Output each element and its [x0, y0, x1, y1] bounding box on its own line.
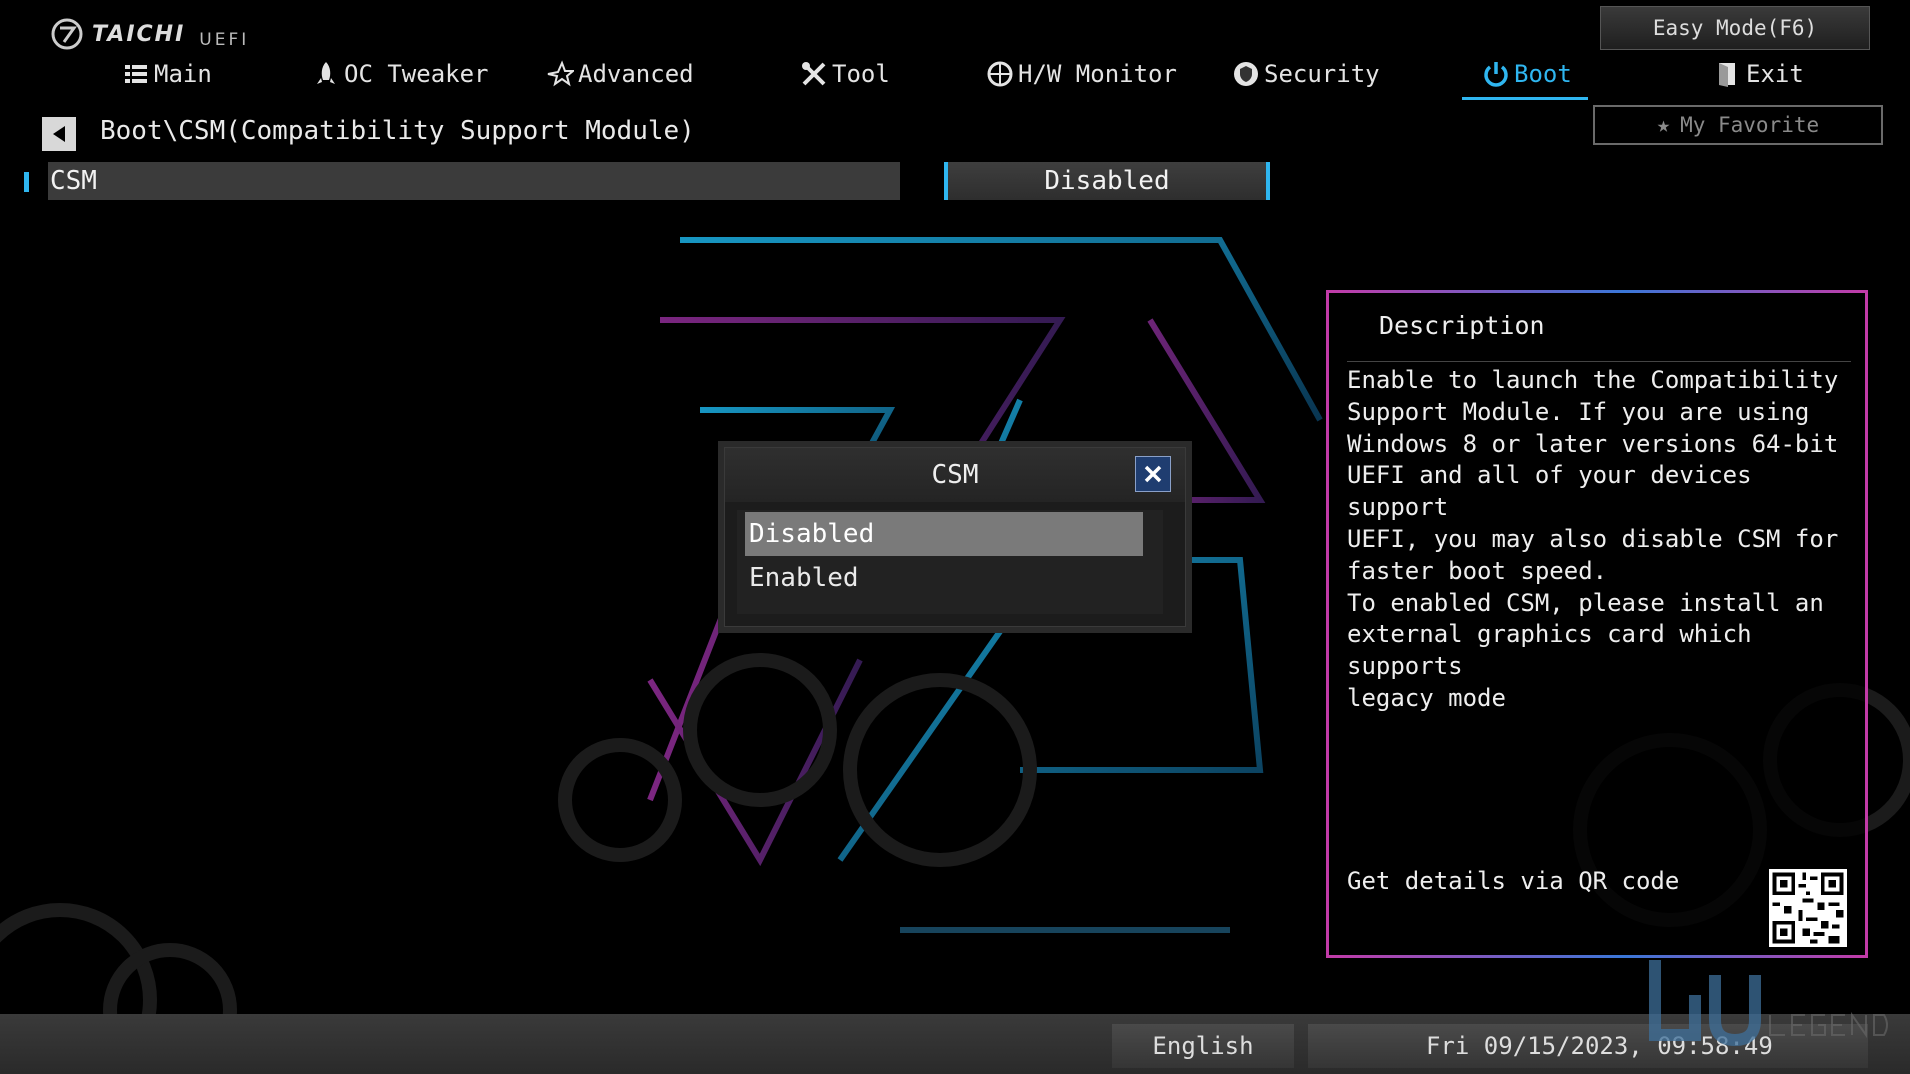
power-icon — [1484, 62, 1508, 87]
qr-code-icon — [1769, 869, 1847, 947]
back-button[interactable] — [42, 117, 76, 151]
csm-setting-label[interactable]: CSM — [48, 162, 900, 200]
tab-main[interactable]: Main — [122, 54, 212, 94]
tab-tool[interactable]: Tool — [800, 54, 890, 94]
tab-advanced[interactable]: Advanced — [546, 54, 694, 94]
monitor-icon — [987, 61, 1013, 87]
option-enabled[interactable]: Enabled — [745, 556, 1143, 600]
description-text: Enable to launch the Compatibility Suppo… — [1347, 366, 1839, 712]
date-time-display: Fri 09/15/2023, 09:58:49 — [1308, 1024, 1868, 1068]
tab-label: Advanced — [578, 60, 694, 88]
breadcrumb: Boot\CSM(Compatibility Support Module) — [100, 116, 695, 146]
star-icon — [547, 60, 574, 87]
option-disabled[interactable]: Disabled — [745, 512, 1143, 556]
tab-label: Main — [154, 60, 212, 88]
description-divider — [1347, 361, 1851, 362]
tab-security[interactable]: Security — [1232, 54, 1380, 94]
csm-option-dialog: CSM Disabled Enabled — [724, 447, 1186, 627]
close-icon — [1144, 465, 1162, 483]
qr-code-label: Get details via QR code — [1347, 867, 1680, 895]
tab-label: Tool — [832, 60, 890, 88]
selection-marker — [24, 172, 29, 192]
arrow-left-icon — [53, 126, 65, 142]
rocket-icon — [317, 62, 335, 84]
tab-label: H/W Monitor — [1018, 60, 1177, 88]
dialog-title: CSM — [931, 460, 979, 490]
main-tab-bar: Main OC Tweaker Advanced Tool H/W Monito… — [0, 54, 1910, 100]
logo-text: TAICHI — [92, 21, 186, 47]
tab-label: Exit — [1746, 60, 1804, 88]
close-button[interactable] — [1135, 456, 1171, 492]
logo-subtext: UEFI — [199, 30, 250, 50]
wrench-icon — [802, 62, 826, 86]
my-favorite-button[interactable]: ★ My Favorite — [1593, 105, 1883, 145]
dialog-header: CSM — [725, 448, 1185, 502]
tab-label: OC Tweaker — [344, 60, 489, 88]
exit-icon — [1719, 63, 1735, 87]
favorite-label: My Favorite — [1680, 113, 1820, 137]
star-icon: ★ — [1656, 112, 1671, 138]
brand-logo: TAICHI UEFI — [50, 14, 249, 54]
tab-boot[interactable]: Boot — [1462, 54, 1588, 100]
shield-icon — [1234, 62, 1258, 86]
language-selector[interactable]: English — [1112, 1024, 1294, 1068]
option-list: Disabled Enabled — [737, 510, 1163, 614]
tab-label: Security — [1264, 60, 1380, 88]
description-panel: Description Enable to launch the Compati… — [1326, 290, 1868, 958]
list-icon — [125, 65, 147, 83]
csm-setting-value[interactable]: Disabled — [944, 162, 1270, 200]
taichi-logo-icon — [51, 18, 83, 50]
tab-hw-monitor[interactable]: H/W Monitor — [986, 54, 1177, 94]
tab-oc-tweaker[interactable]: OC Tweaker — [312, 54, 489, 94]
easy-mode-button[interactable]: Easy Mode(F6) — [1600, 6, 1870, 50]
tab-label: Boot — [1514, 60, 1572, 88]
tab-exit[interactable]: Exit — [1714, 54, 1804, 94]
description-title: Description — [1379, 311, 1545, 340]
